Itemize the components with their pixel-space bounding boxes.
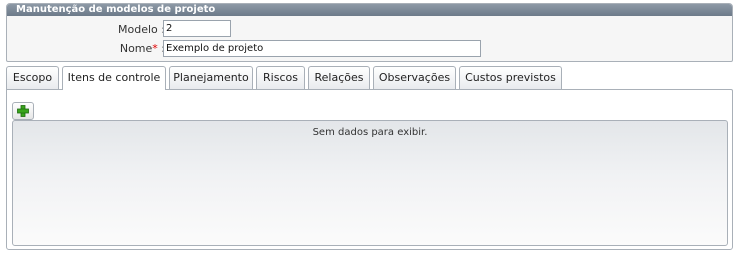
plus-icon (17, 105, 29, 117)
nome-label-text: Nome (119, 42, 153, 55)
nome-label: Nome* : (120, 40, 165, 57)
modelo-field[interactable] (163, 20, 231, 37)
modelo-label-cell: Modelo : (7, 21, 165, 38)
nome-label-cell: Nome* : (7, 40, 165, 57)
model-maintenance-panel: Manutenção de modelos de projeto Modelo … (6, 3, 733, 62)
panel-title: Manutenção de modelos de projeto (7, 4, 732, 16)
tab-escopo[interactable]: Escopo (6, 66, 59, 89)
tab-planejamento[interactable]: Planejamento (169, 66, 253, 89)
empty-message: Sem dados para exibir. (312, 127, 428, 138)
tab-custos-previstos[interactable]: Custos previstos (459, 66, 562, 89)
tab-riscos[interactable]: Riscos (256, 66, 305, 89)
nome-field[interactable] (163, 40, 481, 57)
add-button[interactable] (12, 102, 34, 120)
tab-itens-de-controle[interactable]: Itens de controle (62, 66, 166, 90)
tab-content-itens-de-controle: Sem dados para exibir. (6, 89, 733, 250)
tab-observacoes[interactable]: Observações (373, 66, 456, 89)
items-grid[interactable]: Sem dados para exibir. (12, 120, 728, 246)
tab-relacoes[interactable]: Relações (308, 66, 370, 89)
modelo-label: Modelo : (118, 23, 165, 36)
